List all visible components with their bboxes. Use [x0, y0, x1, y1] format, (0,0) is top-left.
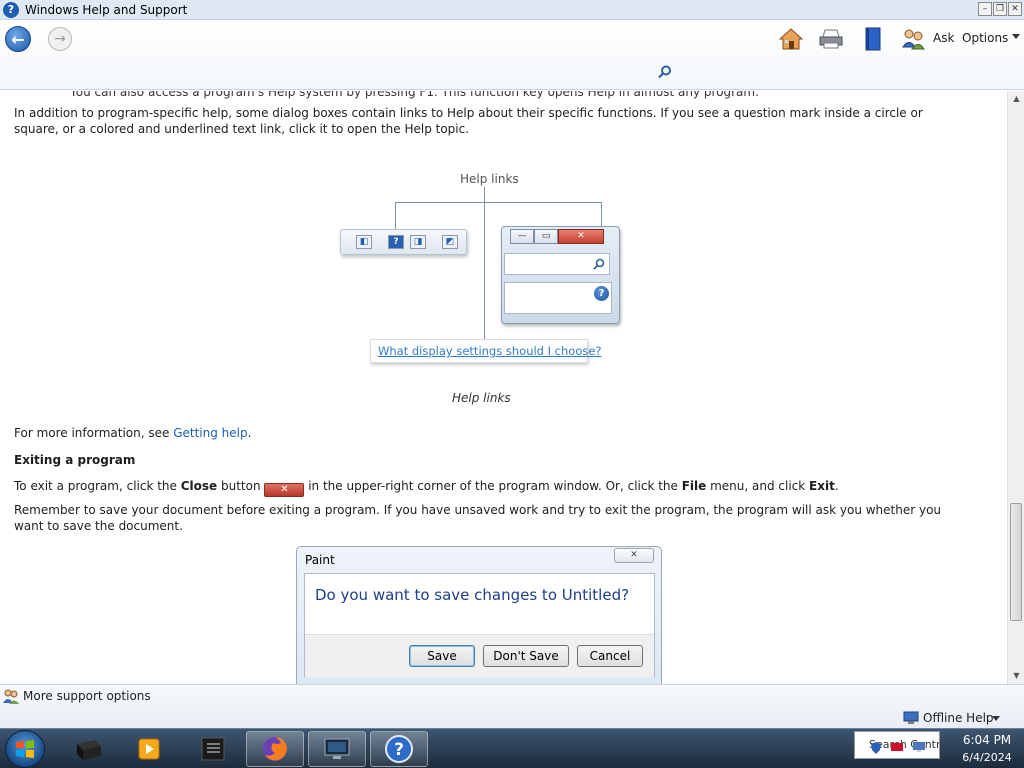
sample-help-link-box: What display settings should I choose?: [370, 339, 602, 363]
dialog-close-icon: ✕: [614, 548, 654, 563]
dialog-cancel-button: Cancel: [577, 645, 643, 667]
title-bar: ? Windows Help and Support – ❐ ✕: [0, 0, 1024, 20]
help-content: You can also access a program's Help sys…: [0, 91, 1007, 684]
scroll-down-icon[interactable]: ▼: [1008, 668, 1024, 684]
options-menu[interactable]: Options: [962, 31, 1008, 45]
diagram-caption: Help links: [452, 391, 511, 405]
chevron-down-icon[interactable]: [1012, 34, 1020, 39]
remote-desktop-icon[interactable]: [308, 731, 366, 767]
sample-window-image: — ▭ ✕ ?: [501, 226, 620, 324]
help-support-task-icon[interactable]: ?: [370, 731, 428, 767]
more-info-text: For more information, see: [14, 426, 174, 440]
exit-term: Exit: [809, 479, 835, 493]
clock-date[interactable]: 6/4/2024: [952, 751, 1022, 764]
close-button[interactable]: ✕: [1008, 2, 1022, 16]
help-links-paragraph: In addition to program-specific help, so…: [14, 106, 923, 136]
close-term: Close: [180, 479, 218, 493]
minimize-button[interactable]: –: [978, 2, 992, 16]
network-icon[interactable]: [912, 741, 926, 753]
offline-help-menu[interactable]: Offline Help: [923, 711, 994, 725]
sample-help-link: What display settings should I choose?: [378, 344, 602, 358]
diagram-label: Help links: [460, 172, 519, 186]
toolbar-button-icon: ◨: [410, 235, 426, 249]
exiting-heading: Exiting a program: [14, 453, 136, 467]
maximize-icon: ▭: [534, 229, 558, 244]
dialog-dont-save-button: Don't Save: [483, 645, 569, 667]
print-icon[interactable]: [818, 26, 844, 52]
home-icon[interactable]: [778, 26, 804, 52]
sample-search-box: [504, 253, 610, 275]
dialog-question: Do you want to save changes to Untitled?: [315, 586, 630, 604]
search-icon: [593, 258, 605, 270]
sample-toolbar-image: ◧ ? ◨ ◩: [340, 229, 467, 255]
minimize-icon: —: [510, 229, 534, 244]
support-people-icon[interactable]: [3, 688, 19, 704]
flag-icon[interactable]: [890, 741, 904, 753]
help-app-icon: ?: [3, 1, 19, 18]
exit-text: in the upper-right corner of the program…: [304, 479, 682, 493]
firefox-icon[interactable]: [246, 731, 304, 767]
dialog-save-button: Save: [409, 645, 475, 667]
help-circle-icon: ?: [594, 286, 609, 301]
media-player-icon[interactable]: [120, 731, 178, 767]
back-button[interactable]: ←: [5, 26, 31, 52]
more-info-paragraph: For more information, see Getting help.: [14, 425, 964, 441]
taskbar: ? Search Control 6:04 PM 6/4/2024: [0, 728, 1024, 768]
diagram-connector: [484, 187, 485, 341]
offline-help-icon[interactable]: [903, 711, 919, 725]
windows-logo-icon: [16, 740, 34, 758]
toolbar-button-icon: ◩: [442, 235, 458, 249]
tray-icons: [870, 741, 926, 755]
chevron-down-icon[interactable]: [992, 716, 1000, 721]
window-controls: – ❐ ✕: [978, 2, 1022, 16]
toolbar-button-icon: ◧: [356, 235, 372, 249]
browse-help-icon[interactable]: [860, 26, 886, 52]
svg-text:?: ?: [394, 740, 404, 760]
clock-time[interactable]: 6:04 PM: [952, 733, 1022, 747]
scroll-thumb[interactable]: [1010, 503, 1022, 621]
close-icon: ✕: [558, 229, 604, 244]
exit-text: button: [217, 479, 265, 493]
vertical-scrollbar[interactable]: ▲ ▼: [1007, 91, 1024, 684]
start-button[interactable]: [5, 730, 45, 768]
status-bar: More support options Offline Help: [0, 684, 1024, 728]
system-tray: Search Control 6:04 PM 6/4/2024: [840, 729, 1024, 768]
taskbar-app-cube-icon[interactable]: [60, 731, 118, 767]
paint-dialog-image: Paint ✕ Do you want to save changes to U…: [296, 546, 662, 684]
close-button-image: ✕: [264, 483, 305, 497]
dialog-footer: Save Don't Save Cancel: [305, 634, 654, 677]
ask-label[interactable]: Ask: [933, 31, 954, 45]
getting-help-link[interactable]: Getting help: [173, 426, 247, 440]
shield-icon[interactable]: [870, 741, 882, 755]
scroll-up-icon[interactable]: ▲: [1008, 91, 1024, 107]
sample-window-controls: — ▭ ✕: [510, 229, 604, 244]
forward-button[interactable]: →: [48, 27, 72, 51]
exit-text: To exit a program, click the: [14, 479, 181, 493]
search-icon[interactable]: [658, 65, 672, 79]
more-info-period: .: [247, 426, 252, 440]
file-term: File: [681, 479, 707, 493]
partial-text-line: You can also access a program's Help sys…: [70, 91, 759, 99]
help-question-icon: ?: [388, 235, 404, 249]
sample-window-body: ?: [504, 282, 612, 314]
more-support-options-link[interactable]: More support options: [23, 689, 151, 703]
exit-text: .: [834, 479, 839, 493]
save-reminder-paragraph: Remember to save your document before ex…: [14, 503, 942, 533]
notepad-icon[interactable]: [184, 731, 242, 767]
exit-paragraph: To exit a program, click the Close butto…: [14, 478, 964, 497]
exit-text: menu, and click: [706, 479, 810, 493]
ask-icon[interactable]: [900, 26, 926, 52]
restore-button[interactable]: ❐: [993, 2, 1007, 16]
dialog-title: Paint: [305, 553, 335, 567]
help-toolbar: ← → Ask Options: [0, 20, 1024, 90]
diagram-connector: [395, 202, 602, 203]
window-title: Windows Help and Support: [25, 2, 188, 17]
dialog-body: Do you want to save changes to Untitled?…: [304, 573, 655, 677]
